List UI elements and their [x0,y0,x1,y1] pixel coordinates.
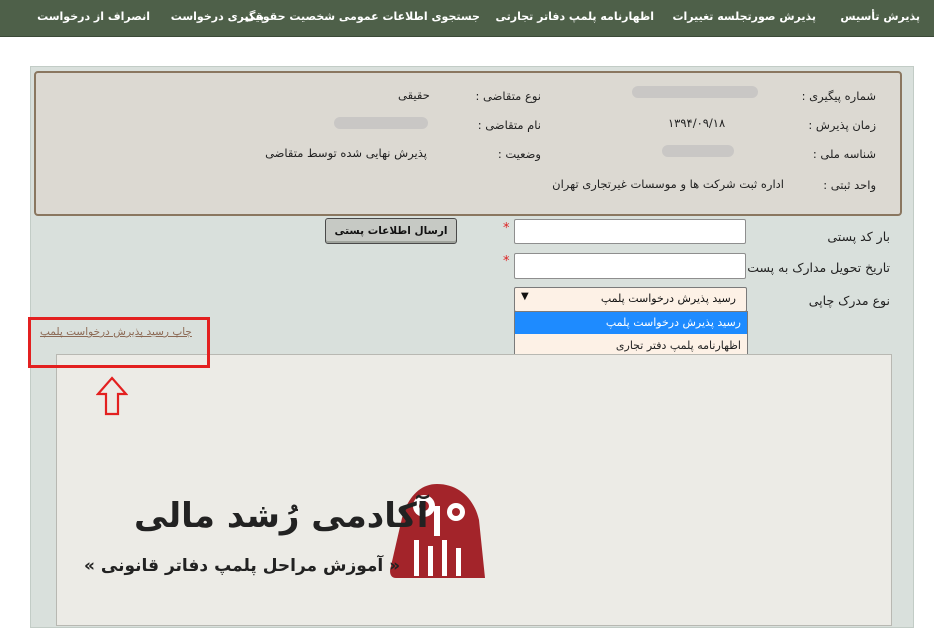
nav-item-minutes-changes[interactable]: پذیرش صورتجلسه تغییرات [672,10,816,23]
registration-unit-value: اداره ثبت شرکت ها و موسسات غیرتجاری تهرا… [552,177,784,191]
delivery-date-required-mark: * [503,254,510,269]
up-arrow-icon [96,376,128,416]
dropdown-option-label: رسید پذیرش درخواست پلمپ [605,316,741,329]
tracking-number-label: شماره پیگیری : [801,89,876,103]
highlight-box [28,317,210,368]
applicant-name-label: نام متقاضی : [477,118,541,132]
status-label: وضعیت : [497,147,541,161]
postal-barcode-input[interactable] [514,219,746,244]
request-info-box [34,71,902,216]
send-postal-info-button[interactable]: ارسال اطلاعات پستی [325,218,457,244]
applicant-type-label: نوع متقاضی : [475,89,542,103]
delivery-date-label: تاریخ تحویل مدارک به پست [747,260,890,275]
document-type-dropdown: رسید پذیرش درخواست پلمپ اظهارنامه پلمپ د… [514,311,748,358]
applicant-type-value: حقیقی [398,88,430,102]
nav-item-track-request[interactable]: پیگیری درخواست [171,10,264,23]
accept-time-value: ۱۳۹۴/۰۹/۱۸ [668,116,726,130]
chevron-down-icon[interactable]: ▼ [521,291,529,302]
delivery-date-input[interactable] [514,253,746,279]
status-value: پذیرش نهایی شده توسط متقاضی [265,146,427,160]
nav-item-establishment[interactable]: پذیرش تأسیس [840,10,920,23]
applicant-name-redacted [334,117,428,129]
national-id-redacted [662,145,734,157]
academy-title: آکادمی رُشد مالی [134,496,429,536]
tracking-number-redacted [632,86,758,98]
document-type-select[interactable]: رسید پذیرش درخواست پلمپ ▼ [514,287,747,312]
document-type-selected-value: رسید پذیرش درخواست پلمپ [600,292,736,305]
national-id-label: شناسه ملی : [812,147,876,161]
nav-item-cancel-request[interactable]: انصراف از درخواست [37,10,150,23]
document-type-label: نوع مدرک چاپی [808,293,890,308]
postal-barcode-label: بار کد پستی [827,229,890,244]
top-nav: پذیرش تأسیس پذیرش صورتجلسه تغییرات اظهار… [0,0,934,37]
academy-subtitle: « آموزش مراحل پلمپ دفاتر قانونی » [84,556,401,576]
nav-item-seal-declaration[interactable]: اظهارنامه پلمپ دفاتر تجارتی [496,10,654,23]
accept-time-label: زمان پذیرش : [808,118,876,132]
postal-barcode-required-mark: * [503,221,510,236]
dropdown-option-seal-receipt[interactable]: رسید پذیرش درخواست پلمپ [515,312,747,334]
registration-unit-label: واحد ثبتی : [823,178,876,192]
nav-item-public-search[interactable]: جستجوی اطلاعات عمومی شخصیت حقوقی [244,10,480,23]
